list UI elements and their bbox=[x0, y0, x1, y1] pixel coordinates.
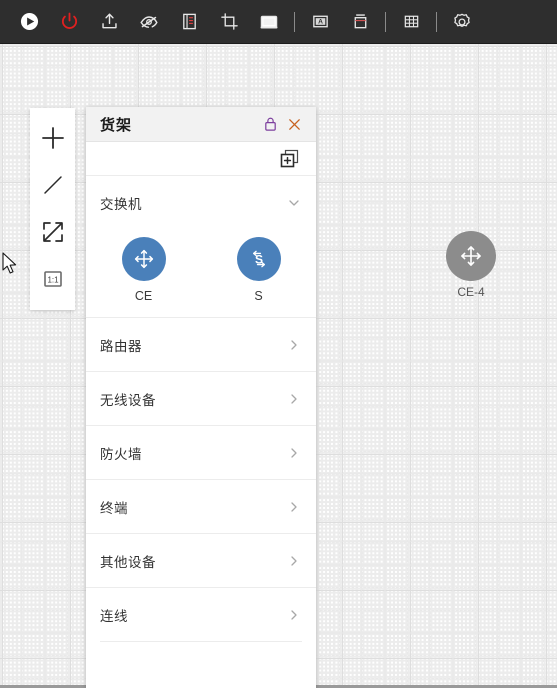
grid-icon[interactable] bbox=[394, 7, 428, 37]
device-grid: CE S S bbox=[86, 229, 316, 317]
category-label: 无线设备 bbox=[100, 392, 156, 408]
actual-size-icon[interactable]: 1:1 bbox=[30, 255, 75, 302]
gear-icon[interactable] bbox=[445, 7, 479, 37]
category-row-other-devices[interactable]: 其他设备 bbox=[86, 533, 316, 587]
line-icon[interactable] bbox=[30, 161, 75, 208]
add-copy-icon[interactable] bbox=[278, 147, 302, 171]
category-label: 其他设备 bbox=[100, 554, 156, 570]
shelf-panel-subbar bbox=[86, 142, 316, 175]
switch-4way-arrow-icon bbox=[461, 246, 481, 266]
canvas-node-ce-4[interactable]: CE-4 bbox=[436, 231, 506, 299]
chevron-right-icon[interactable] bbox=[286, 337, 302, 353]
shelf-panel-body: 交换机 CE S S 路由器 无线设备 防火墙 终端 其他设备 连线 bbox=[86, 175, 316, 688]
chevron-right-icon[interactable] bbox=[286, 499, 302, 515]
panel-title: 货架 bbox=[100, 116, 133, 134]
toolbar-separator-1 bbox=[294, 11, 295, 32]
toolbar-separator-3 bbox=[436, 11, 437, 32]
category-row-wireless[interactable]: 无线设备 bbox=[86, 371, 316, 425]
chevron-right-icon[interactable] bbox=[286, 445, 302, 461]
category-row-switch[interactable]: 交换机 bbox=[86, 175, 316, 229]
chevron-right-icon[interactable] bbox=[286, 553, 302, 569]
category-label: 连线 bbox=[100, 608, 128, 624]
svg-text:S: S bbox=[254, 253, 262, 267]
switch-4way-arrow-icon bbox=[134, 249, 153, 269]
panel-footer-divider bbox=[100, 641, 302, 642]
eye-off-icon[interactable] bbox=[132, 7, 166, 37]
window-icon[interactable] bbox=[252, 7, 286, 37]
fit-screen-icon[interactable] bbox=[30, 208, 75, 255]
list-panel-icon[interactable] bbox=[172, 7, 206, 37]
category-row-router[interactable]: 路由器 bbox=[86, 317, 316, 371]
device-item-ce[interactable]: CE bbox=[86, 237, 201, 303]
toolbar-separator-2 bbox=[385, 11, 386, 32]
device-item-s[interactable]: S S bbox=[201, 237, 316, 303]
category-label: 终端 bbox=[100, 500, 128, 516]
category-row-link[interactable]: 连线 bbox=[86, 587, 316, 641]
top-toolbar: A bbox=[0, 0, 557, 44]
device-circle[interactable]: S bbox=[236, 237, 281, 281]
shelf-panel-header: 货架 bbox=[86, 107, 316, 142]
svg-text:A: A bbox=[318, 19, 323, 26]
category-label: 防火墙 bbox=[100, 446, 142, 462]
power-icon[interactable] bbox=[52, 7, 86, 37]
category-label: 交换机 bbox=[100, 196, 142, 212]
image-text-icon[interactable]: A bbox=[303, 7, 337, 37]
switch-s-arrow-icon: S bbox=[252, 250, 265, 268]
lock-icon[interactable] bbox=[258, 112, 282, 136]
crop-icon[interactable] bbox=[212, 7, 246, 37]
upload-icon[interactable] bbox=[92, 7, 126, 37]
application-root: A CE-4 1:1 货架 交换机 CE S S 路由器 无线设备 防火墙 终端… bbox=[0, 0, 557, 688]
device-label: CE bbox=[134, 289, 153, 303]
category-row-terminal[interactable]: 终端 bbox=[86, 479, 316, 533]
left-floating-toolbar: 1:1 bbox=[30, 108, 75, 310]
shelf-panel: 货架 交换机 CE S S 路由器 无线设备 防火墙 终端 其他设备 连线 bbox=[86, 107, 316, 688]
chevron-right-icon[interactable] bbox=[286, 607, 302, 623]
device-circle[interactable] bbox=[121, 237, 166, 281]
chevron-right-icon[interactable] bbox=[286, 391, 302, 407]
chevron-down-icon[interactable] bbox=[286, 195, 302, 211]
device-label: S bbox=[254, 289, 263, 303]
add-icon[interactable] bbox=[30, 114, 75, 161]
play-icon[interactable] bbox=[12, 7, 46, 37]
close-icon[interactable] bbox=[282, 112, 306, 136]
category-row-firewall[interactable]: 防火墙 bbox=[86, 425, 316, 479]
node-label: CE-4 bbox=[457, 285, 485, 299]
category-label: 路由器 bbox=[100, 338, 142, 354]
svg-text:1:1: 1:1 bbox=[47, 275, 59, 284]
node-circle[interactable] bbox=[446, 231, 496, 281]
archive-box-icon[interactable] bbox=[343, 7, 377, 37]
